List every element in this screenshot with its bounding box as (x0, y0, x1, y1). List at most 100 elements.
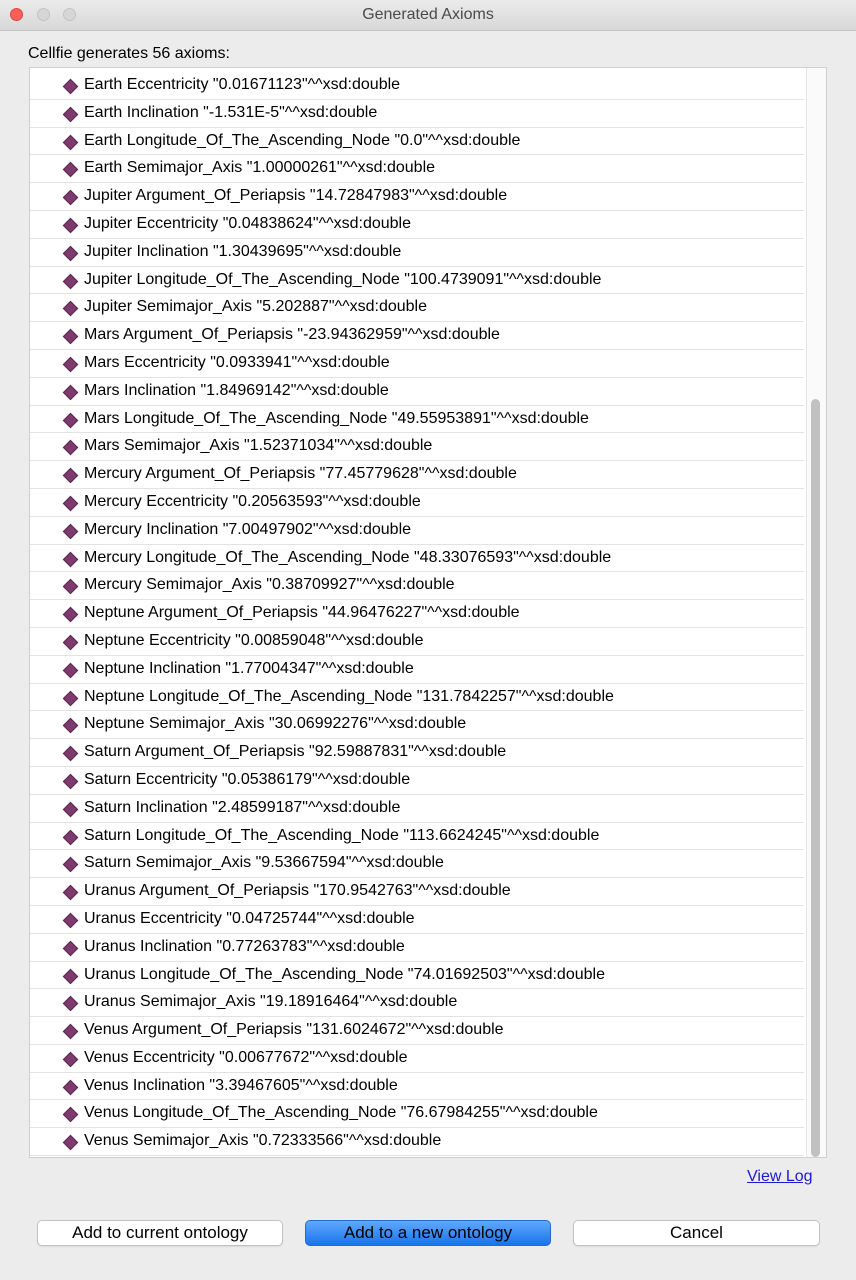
axiom-count-label: Cellfie generates 56 axioms: (28, 45, 230, 62)
list-item[interactable]: Neptune Longitude_Of_The_Ascending_Node … (30, 684, 804, 712)
title-bar: Generated Axioms (0, 0, 856, 31)
diamond-icon (62, 940, 79, 956)
vertical-scrollbar[interactable] (806, 68, 826, 1157)
list-item[interactable]: Saturn Semimajor_Axis "9.53667594"^^xsd:… (30, 850, 804, 879)
axiom-text: Mercury Longitude_Of_The_Ascending_Node … (84, 548, 612, 566)
diamond-icon (62, 134, 79, 150)
diamond-icon (62, 245, 79, 262)
list-item[interactable]: Venus Eccentricity "0.00677672"^^xsd:dou… (30, 1045, 804, 1073)
list-item[interactable]: Venus Argument_Of_Periapsis "131.6024672… (30, 1017, 804, 1045)
data-property-assertion-icon (62, 162, 79, 178)
diamond-icon (62, 217, 79, 234)
list-item[interactable]: Jupiter Eccentricity "0.04838624"^^xsd:d… (30, 211, 804, 239)
data-property-assertion-icon (62, 495, 79, 512)
list-item[interactable]: Jupiter Inclination "1.30439695"^^xsd:do… (30, 239, 804, 267)
diamond-icon (62, 106, 79, 123)
list-item[interactable]: Earth Semimajor_Axis "1.00000261"^^xsd:d… (30, 155, 804, 184)
axiom-text: Mars Semimajor_Axis "1.52371034"^^xsd:do… (84, 437, 433, 455)
diamond-icon (62, 551, 79, 567)
diamond-icon (62, 579, 79, 595)
list-item[interactable]: Saturn Longitude_Of_The_Ascending_Node "… (30, 823, 804, 851)
axiom-text: Earth Longitude_Of_The_Ascending_Node "0… (84, 131, 521, 149)
list-item[interactable]: Mars Eccentricity "0.0933941"^^xsd:doubl… (30, 350, 804, 378)
list-item[interactable]: Jupiter Longitude_Of_The_Ascending_Node … (30, 267, 804, 295)
data-property-assertion-icon (62, 968, 79, 984)
diamond-icon (62, 78, 79, 95)
axiom-text: Venus Inclination "3.39467605"^^xsd:doub… (84, 1076, 398, 1094)
diamond-icon (62, 467, 79, 484)
list-item[interactable]: Earth Eccentricity "0.01671123"^^xsd:dou… (30, 72, 804, 100)
diamond-icon (62, 996, 79, 1012)
list-item[interactable]: Uranus Argument_Of_Periapsis "170.954276… (30, 878, 804, 906)
axiom-text: Venus Longitude_Of_The_Ascending_Node "7… (84, 1104, 598, 1122)
axiom-text: Venus Argument_Of_Periapsis "131.6024672… (84, 1021, 504, 1039)
data-property-assertion-icon (62, 773, 79, 790)
diamond-icon (62, 189, 79, 206)
axiom-text: Mars Inclination "1.84969142"^^xsd:doubl… (84, 381, 389, 399)
list-item[interactable]: Venus Inclination "3.39467605"^^xsd:doub… (30, 1073, 804, 1101)
list-item[interactable]: Mars Argument_Of_Periapsis "-23.94362959… (30, 322, 804, 350)
list-item[interactable]: Mars Semimajor_Axis "1.52371034"^^xsd:do… (30, 433, 804, 462)
cancel-button[interactable]: Cancel (573, 1220, 820, 1246)
axiom-text: Mercury Inclination "7.00497902"^^xsd:do… (84, 520, 412, 538)
axiom-text: Uranus Argument_Of_Periapsis "170.954276… (84, 882, 511, 900)
data-property-assertion-icon (62, 551, 79, 567)
axiom-text: Neptune Inclination "1.77004347"^^xsd:do… (84, 659, 414, 677)
list-item[interactable]: Mercury Argument_Of_Periapsis "77.457796… (30, 461, 804, 489)
data-property-assertion-icon (62, 1023, 79, 1040)
list-item[interactable]: Venus Longitude_Of_The_Ascending_Node "7… (30, 1100, 804, 1129)
list-item[interactable]: Jupiter Semimajor_Axis "5.202887"^^xsd:d… (30, 294, 804, 323)
list-item[interactable]: Uranus Inclination "0.77263783"^^xsd:dou… (30, 934, 804, 962)
list-item[interactable]: Uranus Semimajor_Axis "19.18916464"^^xsd… (30, 989, 804, 1018)
data-property-assertion-icon (62, 189, 79, 206)
list-item[interactable]: Neptune Eccentricity "0.00859048"^^xsd:d… (30, 628, 804, 656)
list-item[interactable]: Saturn Argument_Of_Periapsis "92.5988783… (30, 739, 804, 767)
data-property-assertion-icon (62, 1051, 79, 1068)
list-item[interactable]: Neptune Inclination "1.77004347"^^xsd:do… (30, 656, 804, 684)
diamond-icon (62, 857, 79, 873)
data-property-assertion-icon (62, 940, 79, 956)
data-property-assertion-icon (62, 1135, 79, 1151)
axiom-list[interactable]: Earth Eccentricity "0.01671123"^^xsd:dou… (29, 67, 827, 1158)
list-item[interactable]: Earth Longitude_Of_The_Ascending_Node "0… (30, 128, 804, 156)
diamond-icon (62, 1135, 79, 1151)
diamond-icon (62, 884, 79, 901)
list-item[interactable]: Mercury Longitude_Of_The_Ascending_Node … (30, 545, 804, 573)
data-property-assertion-icon (62, 245, 79, 262)
list-item[interactable]: Neptune Semimajor_Axis "30.06992276"^^xs… (30, 711, 804, 740)
data-property-assertion-icon (62, 1079, 79, 1095)
axiom-text: Saturn Eccentricity "0.05386179"^^xsd:do… (84, 770, 411, 788)
scrollbar-thumb[interactable] (811, 399, 820, 1157)
diamond-icon (62, 328, 79, 345)
diamond-icon (62, 162, 79, 178)
diamond-icon (62, 662, 79, 679)
list-item[interactable]: Neptune Argument_Of_Periapsis "44.964762… (30, 600, 804, 628)
list-item[interactable]: Earth Inclination "-1.531E-5"^^xsd:doubl… (30, 100, 804, 128)
list-item[interactable]: Mercury Semimajor_Axis "0.38709927"^^xsd… (30, 572, 804, 601)
list-item[interactable]: Uranus Eccentricity "0.04725744"^^xsd:do… (30, 906, 804, 934)
list-item[interactable]: Mars Longitude_Of_The_Ascending_Node "49… (30, 406, 804, 434)
list-item[interactable]: Venus Semimajor_Axis "0.72333566"^^xsd:d… (30, 1128, 804, 1157)
axiom-text: Saturn Longitude_Of_The_Ascending_Node "… (84, 826, 600, 844)
add-to-current-ontology-button[interactable]: Add to current ontology (37, 1220, 283, 1246)
axiom-text: Neptune Semimajor_Axis "30.06992276"^^xs… (84, 715, 467, 733)
data-property-assertion-icon (62, 412, 79, 428)
data-property-assertion-icon (62, 440, 79, 456)
list-item[interactable]: Mars Inclination "1.84969142"^^xsd:doubl… (30, 378, 804, 406)
diamond-icon (62, 634, 79, 651)
add-to-new-ontology-button[interactable]: Add to a new ontology (305, 1220, 551, 1246)
diamond-icon (62, 1079, 79, 1095)
diamond-icon (62, 495, 79, 512)
list-item[interactable]: Mercury Eccentricity "0.20563593"^^xsd:d… (30, 489, 804, 517)
list-item[interactable]: Jupiter Argument_Of_Periapsis "14.728479… (30, 183, 804, 211)
axiom-text: Mercury Eccentricity "0.20563593"^^xsd:d… (84, 492, 421, 510)
data-property-assertion-icon (62, 467, 79, 484)
list-item[interactable]: Mercury Inclination "7.00497902"^^xsd:do… (30, 517, 804, 545)
list-item[interactable]: Uranus Longitude_Of_The_Ascending_Node "… (30, 962, 804, 990)
list-item[interactable]: Saturn Eccentricity "0.05386179"^^xsd:do… (30, 767, 804, 795)
view-log-link[interactable]: View Log (747, 1168, 813, 1186)
diamond-icon (62, 384, 79, 401)
list-item[interactable]: Saturn Inclination "2.48599187"^^xsd:dou… (30, 795, 804, 823)
data-property-assertion-icon (62, 996, 79, 1012)
axiom-text: Earth Semimajor_Axis "1.00000261"^^xsd:d… (84, 159, 436, 177)
